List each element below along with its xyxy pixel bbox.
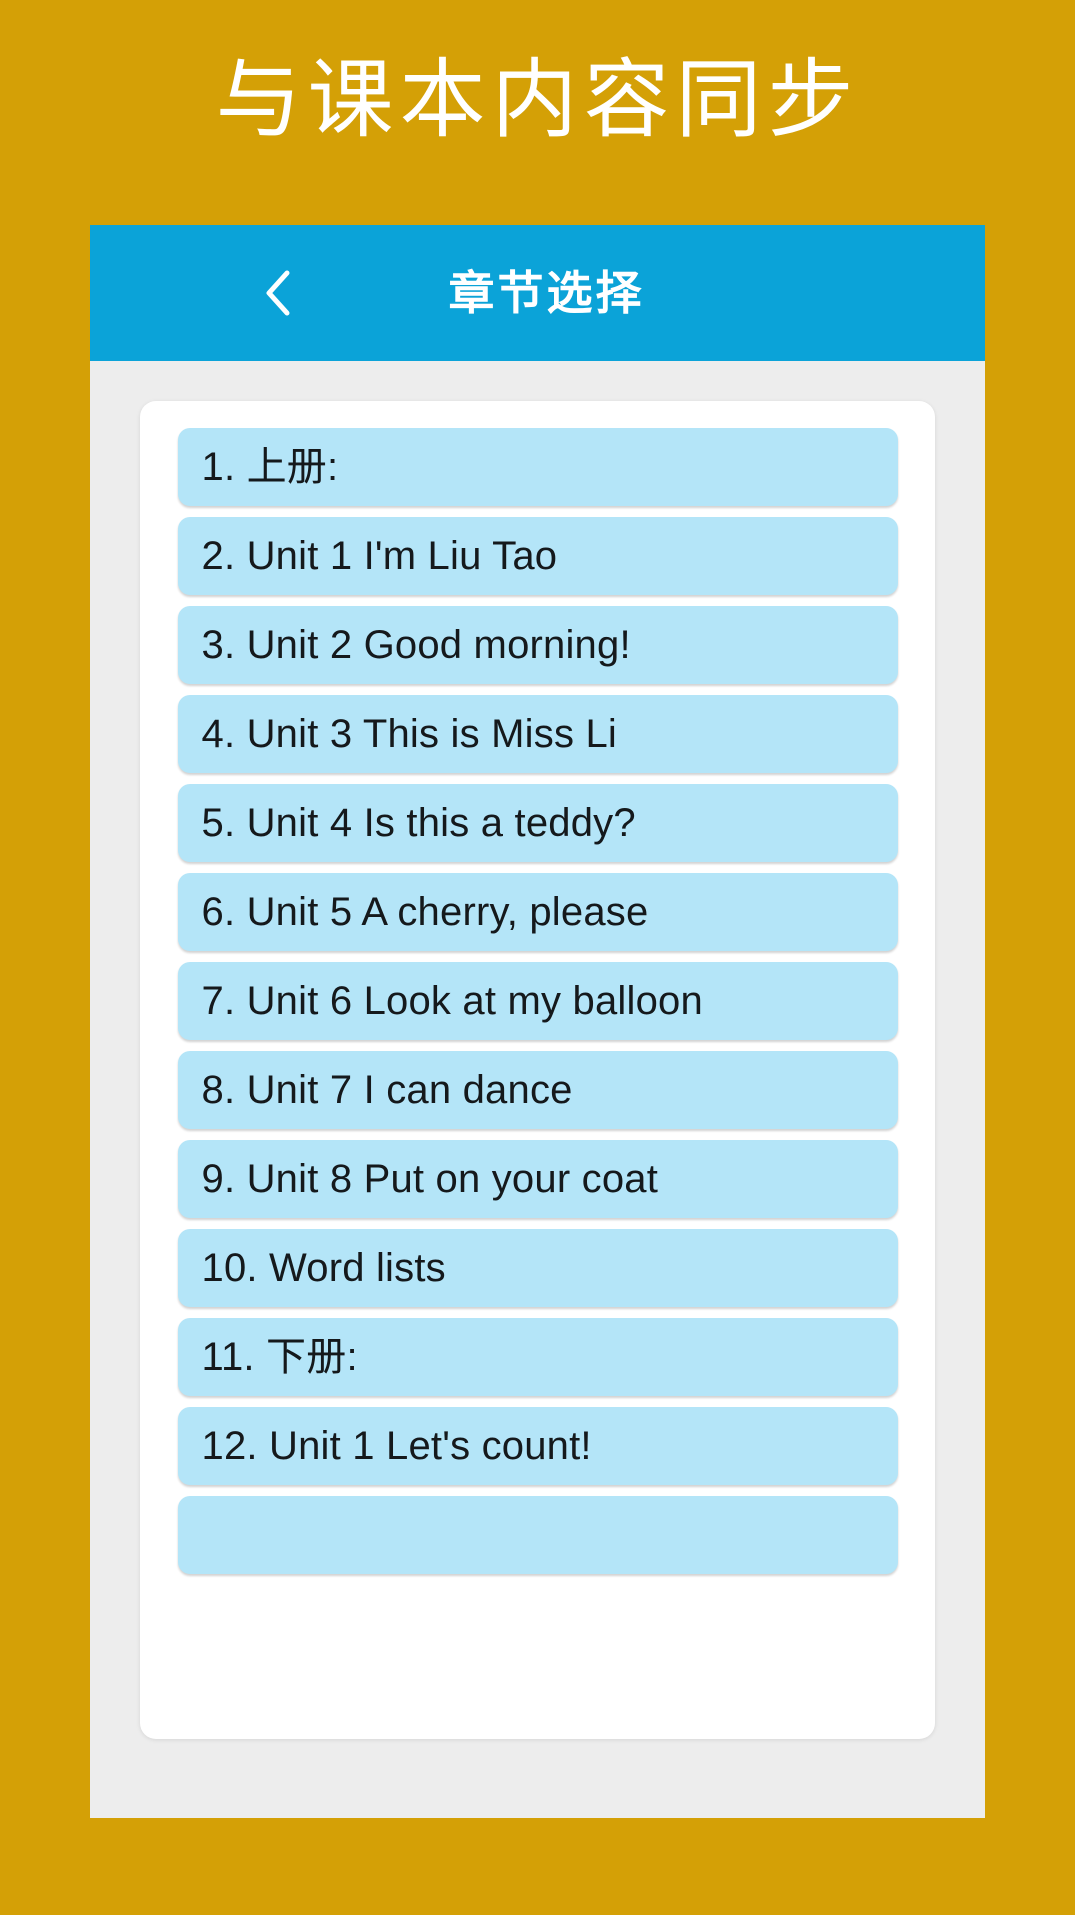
chapter-item-label: 4. Unit 3 This is Miss Li: [201, 712, 617, 756]
chapter-list-item[interactable]: 7. Unit 6 Look at my balloon: [177, 962, 898, 1040]
back-button[interactable]: [258, 267, 298, 319]
chapter-item-label: 1. 上册:: [201, 445, 339, 489]
chapter-list-item[interactable]: 12. Unit 1 Let's count!: [177, 1407, 898, 1485]
chapter-list: 1. 上册: 2. Unit 1 I'm Liu Tao 3. Unit 2 Goo…: [140, 401, 935, 1574]
chapter-list-item[interactable]: 3. Unit 2 Good morning!: [177, 606, 898, 684]
chapter-item-label: 9. Unit 8 Put on your coat: [201, 1157, 659, 1201]
chapter-list-item[interactable]: 9. Unit 8 Put on your coat: [177, 1140, 898, 1218]
promo-headline: 与课本内容同步: [215, 50, 860, 150]
chapter-list-item[interactable]: 6. Unit 5 A cherry, please: [177, 873, 898, 951]
app-titlebar: 章节选择: [90, 225, 985, 361]
chapter-item-label: 10. Word lists: [201, 1246, 446, 1290]
chapter-item-label: 12. Unit 1 Let's count!: [201, 1424, 592, 1468]
chapter-list-item[interactable]: 1. 上册:: [177, 428, 898, 506]
chapter-item-label: 5. Unit 4 Is this a teddy?: [201, 801, 636, 845]
chapter-item-label: 2. Unit 1 I'm Liu Tao: [201, 534, 558, 578]
chapter-list-item[interactable]: 8. Unit 7 I can dance: [177, 1051, 898, 1129]
chapter-list-item[interactable]: 11. 下册:: [177, 1318, 898, 1396]
chapter-list-item[interactable]: 4. Unit 3 This is Miss Li: [177, 695, 898, 773]
chapter-item-label: 6. Unit 5 A cherry, please: [201, 890, 649, 934]
chapter-item-label: 7. Unit 6 Look at my balloon: [201, 979, 703, 1023]
chapter-item-label: 3. Unit 2 Good morning!: [201, 623, 631, 667]
page-title: 章节选择: [448, 266, 645, 320]
chapter-list-item[interactable]: [177, 1496, 898, 1574]
chapter-item-label: 11. 下册:: [201, 1335, 358, 1379]
phone-screen: 章节选择 1. 上册: 2. Unit 1 I'm Liu Tao 3. Unit …: [90, 225, 985, 1818]
chapter-list-item[interactable]: 10. Word lists: [177, 1229, 898, 1307]
chapter-list-item[interactable]: 5. Unit 4 Is this a teddy?: [177, 784, 898, 862]
chapter-scroll-area[interactable]: 1. 上册: 2. Unit 1 I'm Liu Tao 3. Unit 2 Goo…: [90, 361, 985, 1818]
chapter-list-item[interactable]: 2. Unit 1 I'm Liu Tao: [177, 517, 898, 595]
chevron-left-icon: [263, 268, 293, 318]
chapter-item-label: 8. Unit 7 I can dance: [201, 1068, 573, 1112]
chapter-card: 1. 上册: 2. Unit 1 I'm Liu Tao 3. Unit 2 Goo…: [140, 401, 935, 1739]
